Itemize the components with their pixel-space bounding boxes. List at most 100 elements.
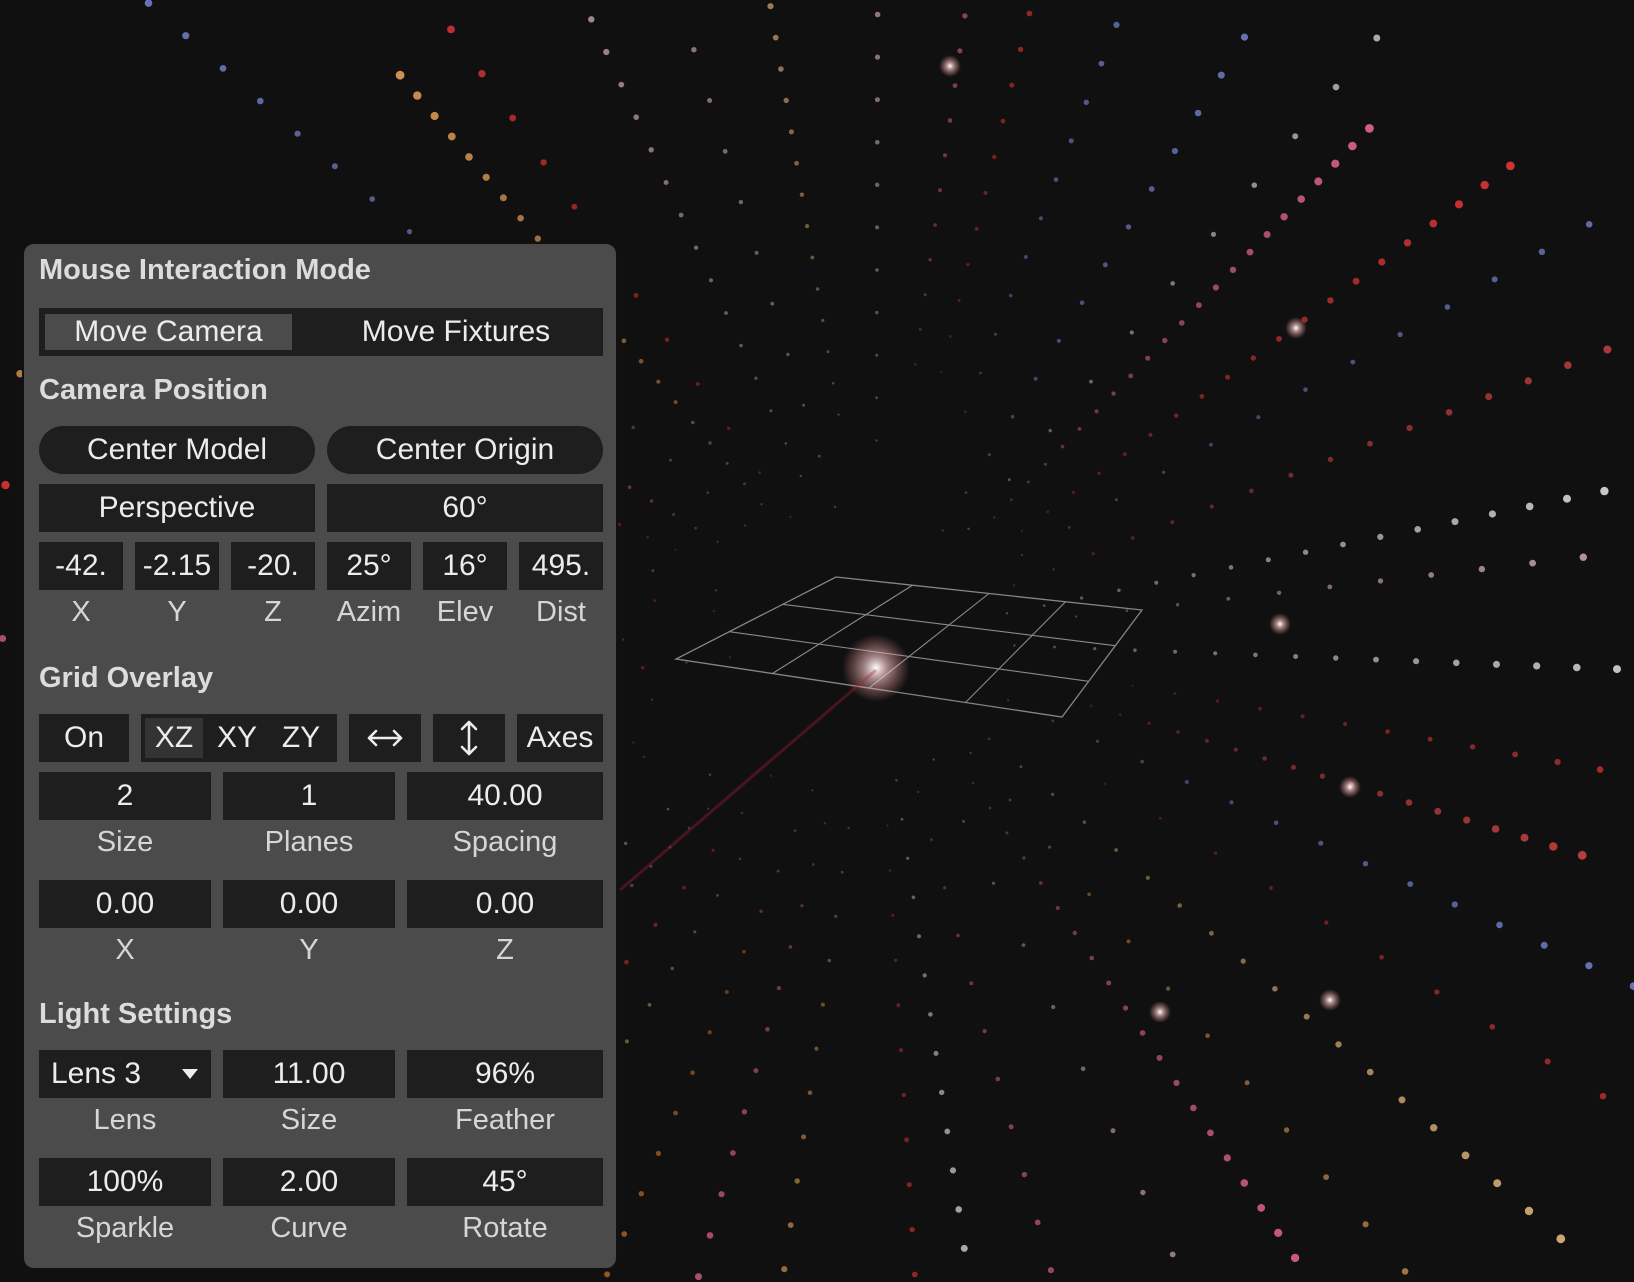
sparkle-fixture bbox=[939, 55, 961, 77]
light-dot bbox=[1122, 452, 1127, 456]
light-dot bbox=[875, 140, 880, 145]
light-dot bbox=[708, 441, 712, 445]
projection-toggle[interactable]: Perspective bbox=[39, 484, 315, 532]
grid-plane-segmented: XZ XY ZY bbox=[141, 714, 337, 762]
light-dot bbox=[1585, 962, 1593, 970]
plane-xz-option[interactable]: XZ bbox=[145, 718, 203, 758]
light-dot bbox=[1106, 980, 1112, 986]
light-dot bbox=[1274, 1228, 1283, 1237]
light-dot bbox=[1585, 221, 1593, 228]
flip-horizontal-button[interactable] bbox=[349, 714, 421, 762]
sparkle-fixture bbox=[1149, 1001, 1171, 1023]
light-dot bbox=[759, 909, 763, 913]
light-dot bbox=[653, 922, 658, 928]
grid-z-field[interactable]: 0.00 bbox=[407, 880, 603, 928]
center-origin-button[interactable]: Center Origin bbox=[327, 426, 603, 474]
light-dot bbox=[1199, 394, 1205, 399]
light-dot bbox=[812, 863, 815, 866]
light-dot bbox=[1365, 123, 1374, 133]
light-dot bbox=[678, 212, 684, 218]
light-dot bbox=[1017, 46, 1024, 53]
lens-select[interactable]: Lens 3 bbox=[39, 1050, 211, 1098]
light-dot bbox=[1118, 713, 1122, 716]
light-dot bbox=[814, 1046, 819, 1051]
rotate-label: Rotate bbox=[462, 1212, 548, 1244]
sparkle-fixture bbox=[1319, 989, 1341, 1011]
light-dot bbox=[651, 698, 654, 701]
light-dot bbox=[874, 11, 881, 18]
rotate-field[interactable]: 45° bbox=[407, 1158, 603, 1206]
light-dot bbox=[413, 91, 422, 100]
light-dot bbox=[1540, 941, 1548, 949]
light-dot bbox=[1169, 1251, 1176, 1258]
curve-field[interactable]: 2.00 bbox=[223, 1158, 395, 1206]
light-dot bbox=[1335, 1041, 1342, 1048]
camera-y-field[interactable]: -2.15 bbox=[135, 542, 219, 590]
mouse-mode-title: Mouse Interaction Mode bbox=[39, 254, 371, 286]
grid-planes-field[interactable]: 1 bbox=[223, 772, 395, 820]
light-dot bbox=[638, 1191, 644, 1197]
light-dot bbox=[1123, 1005, 1129, 1011]
plane-xy-option[interactable]: XY bbox=[207, 718, 267, 758]
light-dot bbox=[1055, 906, 1060, 910]
light-size-field[interactable]: 11.00 bbox=[223, 1050, 395, 1098]
light-dot bbox=[911, 895, 916, 900]
light-dot bbox=[778, 66, 784, 72]
light-dot bbox=[900, 817, 904, 821]
light-dot bbox=[1596, 766, 1604, 773]
light-dot bbox=[1600, 486, 1609, 496]
light-dot bbox=[540, 159, 547, 166]
camera-elev-field[interactable]: 16° bbox=[423, 542, 507, 590]
light-dot bbox=[801, 1134, 807, 1140]
move-fixtures-option[interactable]: Move Fixtures bbox=[315, 314, 597, 350]
grid-size-field[interactable]: 2 bbox=[39, 772, 211, 820]
light-dot bbox=[1130, 536, 1135, 540]
grid-y-field[interactable]: 0.00 bbox=[223, 880, 395, 928]
light-dot bbox=[1280, 213, 1288, 221]
grid-on-toggle[interactable]: On bbox=[39, 714, 129, 762]
light-dot bbox=[1290, 1253, 1300, 1263]
flip-vertical-button[interactable] bbox=[433, 714, 505, 762]
light-dot bbox=[827, 958, 832, 963]
grid-size-label: Size bbox=[96, 826, 154, 858]
grid-planes-label: Planes bbox=[264, 826, 354, 858]
sparkle-field[interactable]: 100% bbox=[39, 1158, 211, 1206]
light-dot bbox=[823, 822, 827, 825]
light-dot bbox=[891, 913, 895, 917]
light-dot bbox=[1451, 901, 1458, 908]
light-dot bbox=[956, 933, 960, 938]
light-dot bbox=[933, 1050, 939, 1056]
axes-toggle[interactable]: Axes bbox=[517, 714, 603, 762]
light-dot bbox=[647, 1003, 652, 1007]
light-dot bbox=[1318, 840, 1324, 846]
light-dot bbox=[1154, 580, 1159, 585]
light-dot bbox=[969, 751, 972, 755]
light-dot bbox=[1538, 248, 1546, 255]
light-feather-field[interactable]: 96% bbox=[407, 1050, 603, 1098]
curve-label: Curve bbox=[270, 1212, 348, 1244]
light-dot bbox=[1194, 109, 1202, 117]
light-dot bbox=[1327, 456, 1334, 463]
light-dot bbox=[776, 869, 780, 873]
grid-spacing-field[interactable]: 40.00 bbox=[407, 772, 603, 820]
light-dot bbox=[618, 81, 625, 88]
camera-dist-field[interactable]: 495. bbox=[519, 542, 603, 590]
light-dot bbox=[641, 666, 645, 670]
move-camera-option[interactable]: Move Camera bbox=[45, 314, 292, 350]
light-dot bbox=[962, 820, 965, 823]
light-dot bbox=[1496, 921, 1503, 929]
light-dot bbox=[949, 1167, 957, 1174]
camera-azim-field[interactable]: 25° bbox=[327, 542, 411, 590]
light-dot bbox=[1021, 1171, 1028, 1178]
fov-field[interactable]: 60° bbox=[327, 484, 603, 532]
light-dot bbox=[794, 160, 799, 166]
center-model-button[interactable]: Center Model bbox=[39, 426, 315, 474]
light-dot bbox=[787, 1222, 794, 1228]
light-dot bbox=[724, 311, 728, 315]
grid-x-field[interactable]: 0.00 bbox=[39, 880, 211, 928]
light-dot bbox=[1147, 721, 1151, 725]
camera-x-field[interactable]: -42. bbox=[39, 542, 123, 590]
grid-line bbox=[965, 601, 1066, 703]
camera-z-field[interactable]: -20. bbox=[231, 542, 315, 590]
plane-zy-option[interactable]: ZY bbox=[271, 718, 331, 758]
